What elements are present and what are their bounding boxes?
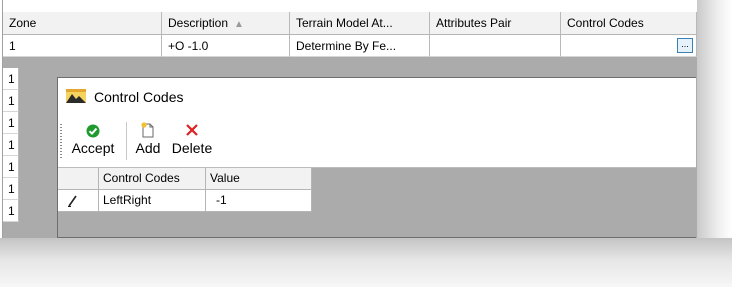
checkmark-icon <box>64 120 122 140</box>
cell-control-codes[interactable]: ... <box>561 35 697 57</box>
delete-button[interactable]: Delete <box>168 120 216 156</box>
cell-attributes-pair[interactable] <box>430 35 561 57</box>
cell-zone[interactable]: 1 <box>3 35 162 57</box>
column-header-attributes-pair-label: Attributes Pair <box>436 16 512 30</box>
zone-cell[interactable]: 1 <box>3 134 19 156</box>
window-shadow-bottom <box>0 238 732 287</box>
toolbar-grip[interactable] <box>60 124 62 158</box>
column-header-control-code[interactable]: Control Codes <box>99 168 206 190</box>
dialog-toolbar: Accept Add Delete <box>58 116 696 168</box>
row-selector-header[interactable] <box>58 168 99 190</box>
toolbar-separator <box>126 122 127 160</box>
control-codes-table-header: Control Codes Value <box>58 168 312 190</box>
control-codes-window: Control Codes Accept Add Delete Control … <box>57 77 696 238</box>
window-title: Control Codes <box>94 89 184 105</box>
cell-value[interactable]: -1 <box>206 190 312 212</box>
zone-cell[interactable]: 1 <box>3 200 19 222</box>
column-header-description[interactable]: Description ▲ <box>162 12 290 34</box>
accept-button[interactable]: Accept <box>64 120 122 156</box>
column-header-control-codes-label: Control Codes <box>567 16 644 30</box>
control-codes-table: Control Codes Value LeftRight -1 <box>58 168 312 212</box>
new-document-icon <box>132 120 164 140</box>
column-header-value[interactable]: Value <box>206 168 312 190</box>
add-button-label: Add <box>135 140 161 156</box>
column-header-attributes-pair[interactable]: Attributes Pair <box>430 12 561 34</box>
zone-cell[interactable]: 1 <box>3 156 19 178</box>
column-header-terrain-model[interactable]: Terrain Model At... <box>290 12 430 34</box>
table-row[interactable]: 1 +O -1.0 Determine By Fe... ... <box>3 35 697 57</box>
cell-terrain-model[interactable]: Determine By Fe... <box>290 35 430 57</box>
zone-cell[interactable]: 1 <box>3 112 19 134</box>
accept-button-label: Accept <box>71 140 115 156</box>
control-codes-window-icon <box>66 88 86 107</box>
pencil-icon <box>68 193 78 207</box>
column-header-zone[interactable]: Zone <box>3 12 162 34</box>
sort-ascending-icon: ▲ <box>234 19 244 30</box>
x-icon <box>168 120 216 140</box>
column-header-control-codes[interactable]: Control Codes <box>561 12 697 34</box>
add-button[interactable]: Add <box>132 120 164 156</box>
table-row[interactable]: LeftRight -1 <box>58 190 312 212</box>
row-selector[interactable] <box>58 190 99 212</box>
zone-cell[interactable]: 1 <box>3 178 19 200</box>
zone-cell[interactable]: 1 <box>3 68 19 90</box>
grid-rows-under-dialog: 1 1 1 1 1 1 1 <box>3 68 19 222</box>
column-header-zone-label: Zone <box>9 16 37 30</box>
cell-control-code[interactable]: LeftRight <box>99 190 206 212</box>
grid-header-row: Zone Description ▲ Terrain Model At... At… <box>3 12 697 35</box>
window-title-bar[interactable]: Control Codes <box>58 78 696 116</box>
column-header-description-label: Description <box>168 16 229 30</box>
window-shadow-right <box>696 0 732 245</box>
control-codes-ellipsis-button[interactable]: ... <box>677 38 693 53</box>
zone-cell[interactable]: 1 <box>3 90 19 112</box>
cell-description[interactable]: +O -1.0 <box>162 35 290 57</box>
grid-top-strip <box>3 0 697 12</box>
column-header-terrain-model-label: Terrain Model At... <box>296 16 393 30</box>
delete-button-label: Delete <box>171 140 213 156</box>
